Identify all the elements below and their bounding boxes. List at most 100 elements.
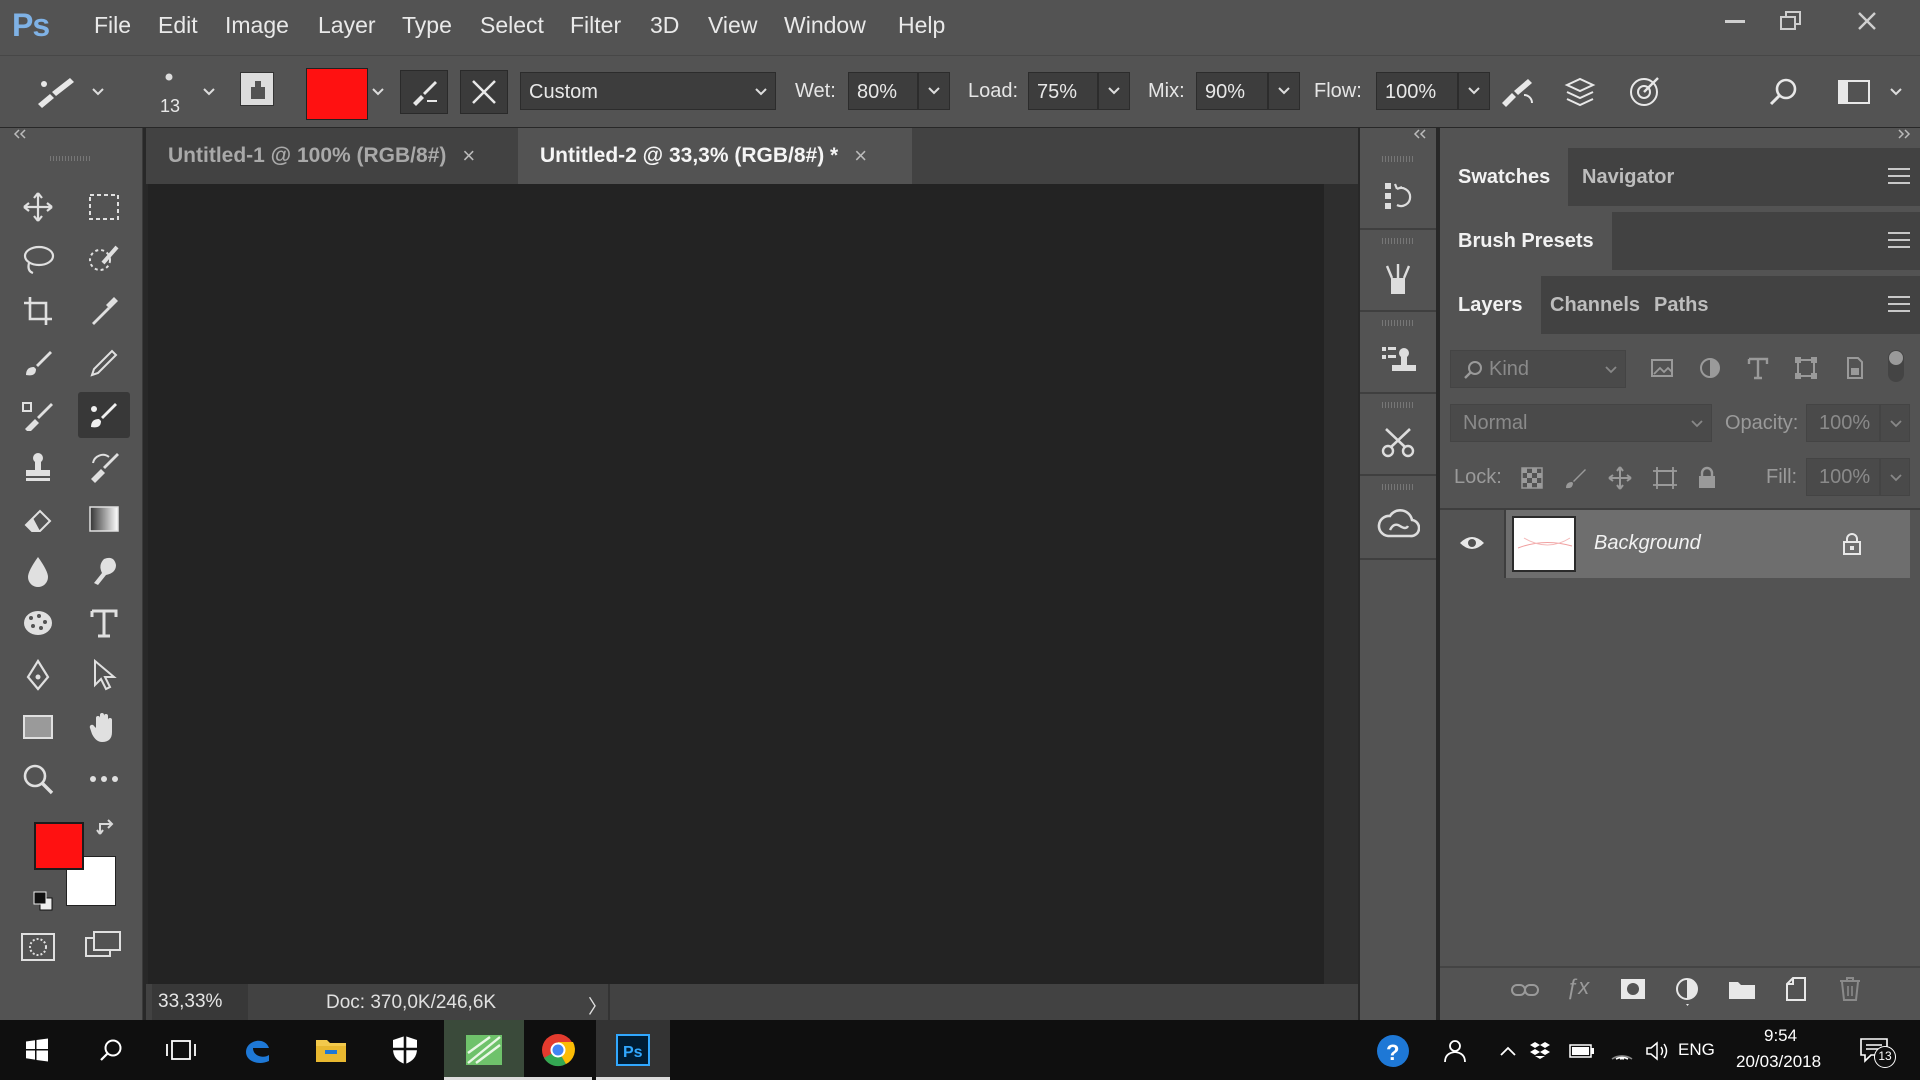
- current-brush-color[interactable]: [306, 68, 368, 120]
- gradient-icon[interactable]: [78, 496, 130, 542]
- pressure-icon[interactable]: [1624, 74, 1664, 110]
- mixer-brush-icon[interactable]: [78, 392, 130, 438]
- lock-artboard-icon[interactable]: [1652, 466, 1678, 490]
- new-group-icon[interactable]: [1728, 978, 1756, 1000]
- new-layer-icon[interactable]: [1784, 976, 1808, 1002]
- strip-grip[interactable]: [1382, 402, 1414, 408]
- brush-panel-toggle[interactable]: [240, 72, 274, 106]
- blur-icon[interactable]: [12, 548, 64, 594]
- quick-select-icon[interactable]: [78, 236, 130, 282]
- link-layers-icon[interactable]: [1510, 980, 1540, 1000]
- action-center-icon[interactable]: 13: [1854, 1032, 1896, 1068]
- lasso-icon[interactable]: [12, 236, 64, 282]
- adjustment-filter-icon[interactable]: [1698, 356, 1722, 380]
- help-tray-icon[interactable]: ?: [1374, 1035, 1412, 1067]
- tab-swatches[interactable]: Swatches: [1440, 148, 1569, 206]
- mix-field[interactable]: 90%: [1196, 72, 1268, 110]
- type-icon[interactable]: [78, 600, 130, 646]
- clock-date[interactable]: 20/03/2018: [1736, 1052, 1821, 1072]
- toolbar-grip[interactable]: [50, 156, 90, 161]
- lock-all-icon[interactable]: [1696, 466, 1718, 490]
- hand-icon[interactable]: [78, 704, 130, 750]
- search-icon[interactable]: [74, 1020, 148, 1080]
- quick-mask-icon[interactable]: [20, 932, 56, 962]
- lock-transparent-icon[interactable]: [1520, 466, 1544, 490]
- swap-colors-icon[interactable]: [96, 818, 118, 838]
- menu-view[interactable]: View: [708, 12, 757, 39]
- pen-icon[interactable]: [12, 652, 64, 698]
- layer-filter-select[interactable]: Kind: [1450, 350, 1626, 388]
- menu-help[interactable]: Help: [898, 12, 945, 39]
- fx-icon[interactable]: ƒx: [1566, 974, 1589, 1000]
- creative-cloud-icon[interactable]: [1372, 498, 1424, 550]
- foreground-color-swatch[interactable]: [34, 822, 84, 870]
- menu-window[interactable]: Window: [784, 12, 866, 39]
- new-adjustment-icon[interactable]: [1674, 977, 1700, 1007]
- collapse-strip-icon[interactable]: [1412, 128, 1428, 140]
- tab-paths[interactable]: Paths: [1636, 276, 1726, 334]
- status-menu-arrow[interactable]: 〉: [588, 992, 607, 1019]
- airbrush-icon[interactable]: [1496, 74, 1536, 110]
- tool-preset-icon[interactable]: [34, 74, 78, 110]
- rectangle-icon[interactable]: [12, 704, 64, 750]
- lock-pixels-icon[interactable]: [1564, 466, 1588, 490]
- menu-select[interactable]: Select: [480, 12, 544, 39]
- menu-edit[interactable]: Edit: [158, 12, 198, 39]
- eyedropper-icon[interactable]: [78, 288, 130, 334]
- opacity-dropdown[interactable]: [1880, 404, 1910, 442]
- sample-all-layers-icon[interactable]: [1560, 74, 1600, 110]
- chevron-down-icon[interactable]: [372, 88, 384, 96]
- chevron-down-icon[interactable]: [92, 88, 104, 96]
- sketchbook-app-icon[interactable]: [444, 1020, 524, 1080]
- opacity-field[interactable]: 100%: [1806, 404, 1880, 442]
- close-tab-icon[interactable]: ×: [462, 143, 475, 169]
- photoshop-taskbar-icon[interactable]: Ps: [596, 1020, 670, 1080]
- clean-brush-button[interactable]: [460, 70, 508, 114]
- add-mask-icon[interactable]: [1620, 978, 1646, 1000]
- menu-filter[interactable]: Filter: [570, 12, 621, 39]
- fill-field[interactable]: 100%: [1806, 458, 1880, 496]
- sponge-icon[interactable]: [12, 600, 64, 646]
- minimize-button[interactable]: [1710, 4, 1760, 38]
- wet-field[interactable]: 80%: [848, 72, 918, 110]
- eraser-icon[interactable]: [12, 496, 64, 542]
- collapse-toolbar-icon[interactable]: [12, 128, 28, 140]
- flow-field[interactable]: 100%: [1376, 72, 1458, 110]
- dropbox-icon[interactable]: [1526, 1036, 1554, 1066]
- history-icon[interactable]: [1372, 170, 1424, 222]
- default-colors-icon[interactable]: [32, 890, 54, 912]
- clone-source-icon[interactable]: [1372, 334, 1424, 386]
- tab-layers[interactable]: Layers: [1440, 276, 1541, 334]
- defender-icon[interactable]: [368, 1020, 442, 1080]
- load-dropdown[interactable]: [1098, 72, 1130, 110]
- vertical-scrollbar[interactable]: [1324, 184, 1358, 984]
- clock-time[interactable]: 9:54: [1764, 1026, 1797, 1046]
- menu-type[interactable]: Type: [402, 12, 452, 39]
- crop-icon[interactable]: [12, 288, 64, 334]
- smudge-icon[interactable]: [78, 548, 130, 594]
- document-canvas[interactable]: [148, 184, 1324, 984]
- load-field[interactable]: 75%: [1028, 72, 1098, 110]
- strip-grip[interactable]: [1382, 156, 1414, 162]
- smart-object-filter-icon[interactable]: [1842, 356, 1866, 380]
- panel-menu-icon[interactable]: [1888, 168, 1910, 184]
- move-icon[interactable]: [12, 184, 64, 230]
- blend-mode-select[interactable]: Normal: [1450, 404, 1712, 442]
- zoom-level[interactable]: 33,33%: [152, 984, 248, 1020]
- menu-image[interactable]: Image: [225, 12, 289, 39]
- workspace-icon[interactable]: [1834, 74, 1874, 110]
- more-icon[interactable]: [78, 756, 130, 802]
- close-window-button[interactable]: [1842, 4, 1892, 38]
- strip-grip[interactable]: [1382, 484, 1414, 490]
- delete-layer-icon[interactable]: [1838, 976, 1862, 1002]
- wet-dropdown[interactable]: [918, 72, 950, 110]
- chevron-down-icon[interactable]: [203, 88, 215, 96]
- strip-grip[interactable]: [1382, 238, 1414, 244]
- wifi-icon[interactable]: [1608, 1036, 1636, 1066]
- filter-toggle[interactable]: [1888, 350, 1904, 382]
- layer-name[interactable]: Background: [1594, 532, 1701, 555]
- zoom-icon[interactable]: [12, 756, 64, 802]
- lock-position-icon[interactable]: [1608, 466, 1632, 490]
- edge-icon[interactable]: [220, 1020, 294, 1080]
- flow-dropdown[interactable]: [1458, 72, 1490, 110]
